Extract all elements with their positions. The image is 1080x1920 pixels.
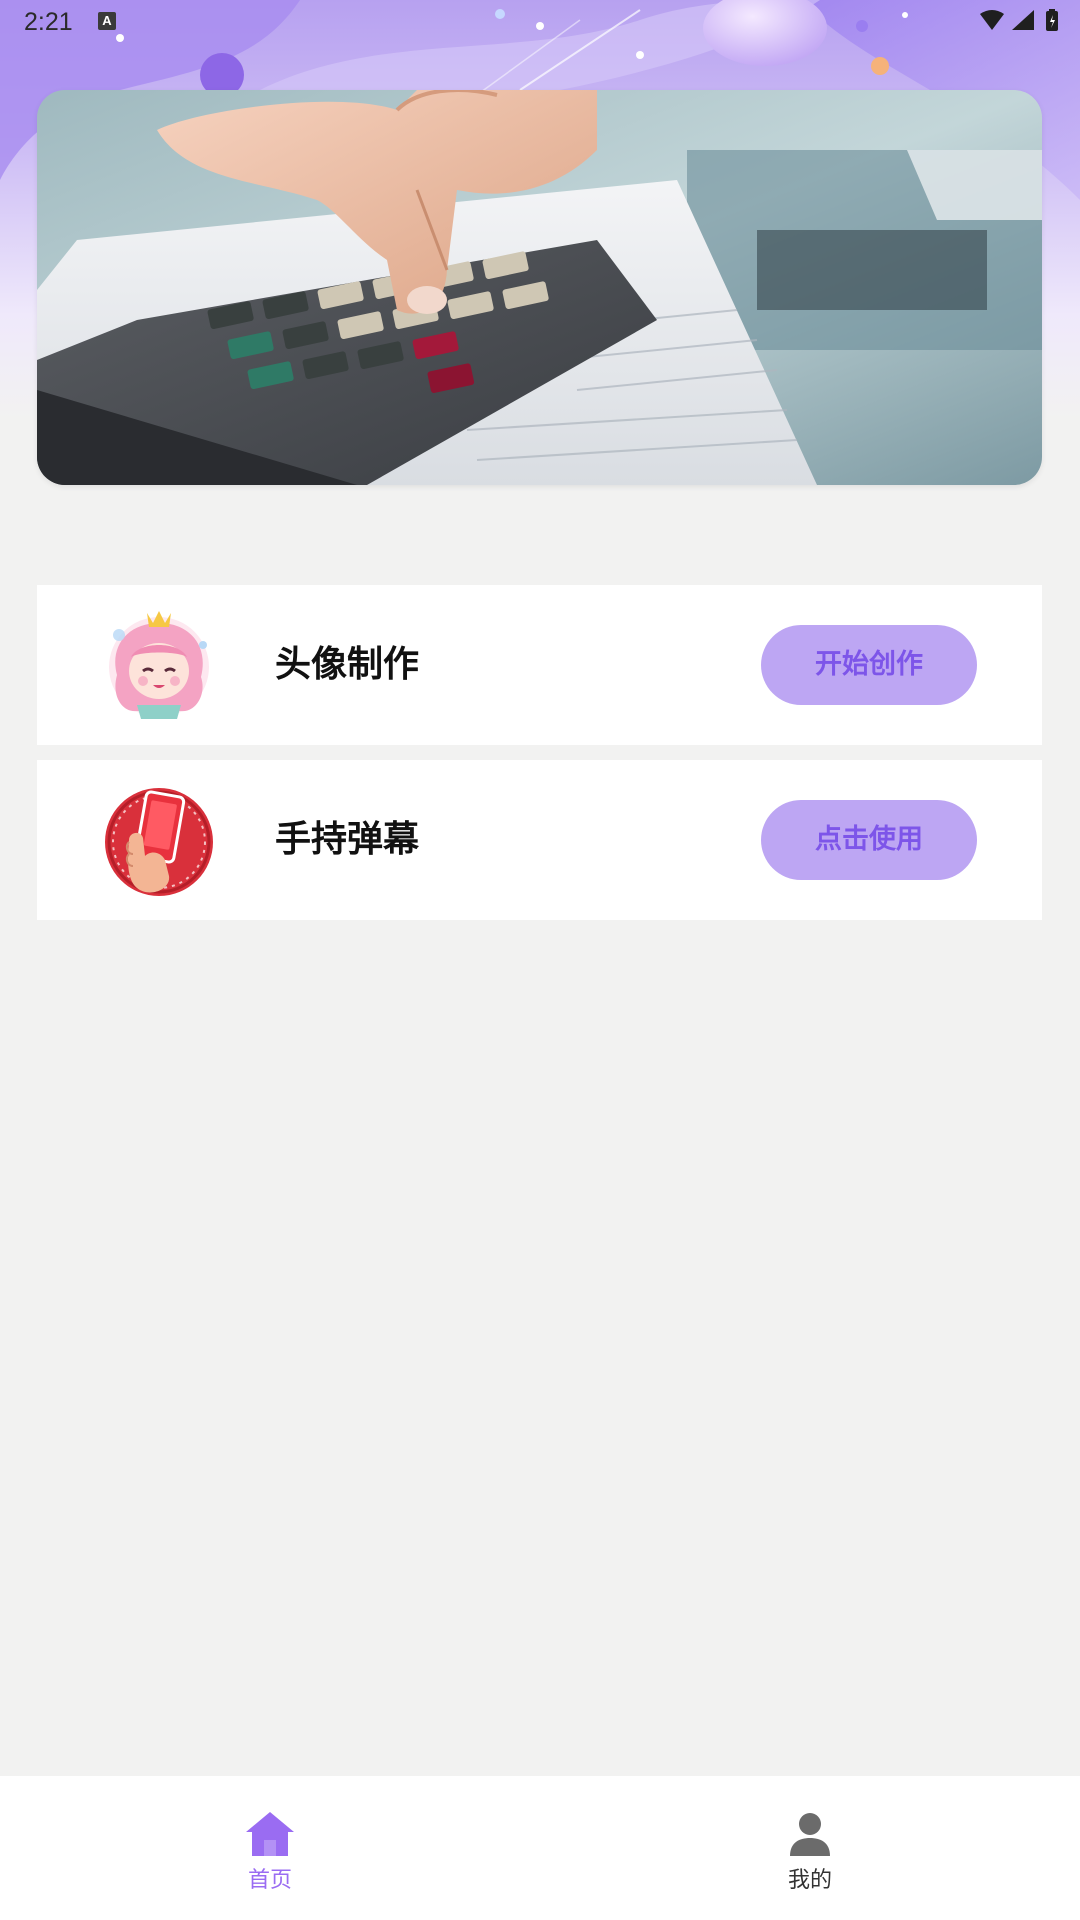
home-icon (246, 1812, 294, 1856)
notification-icon: A (98, 12, 116, 30)
banner-image[interactable] (37, 90, 1042, 485)
feature-card-avatar[interactable]: 头像制作 开始创作 (37, 585, 1042, 745)
feature-title: 手持弹幕 (275, 819, 420, 860)
start-create-button[interactable]: 开始创作 (761, 625, 977, 705)
anime-girl-avatar-icon (109, 611, 209, 719)
click-use-button[interactable]: 点击使用 (761, 800, 977, 880)
person-icon (790, 1813, 830, 1856)
nav-item-mine[interactable]: 我的 (710, 1776, 910, 1920)
status-icons (980, 9, 1058, 31)
feature-card-danmaku[interactable]: 手持弹幕 点击使用 (37, 760, 1042, 920)
status-time: 2:21 (24, 8, 73, 36)
nav-item-home[interactable]: 首页 (170, 1776, 370, 1920)
bottom-navigation: 首页 我的 (0, 1776, 1080, 1920)
nav-label-home: 首页 (247, 1868, 292, 1893)
signal-icon (1012, 10, 1034, 30)
calculator-photo (37, 90, 1042, 485)
wifi-icon (980, 10, 1004, 30)
nav-label-mine: 我的 (787, 1868, 832, 1893)
battery-icon (1046, 9, 1058, 31)
status-bar: 2:21 A (0, 0, 1080, 44)
feature-title: 头像制作 (275, 644, 420, 685)
hand-holding-phone-icon (105, 788, 213, 896)
